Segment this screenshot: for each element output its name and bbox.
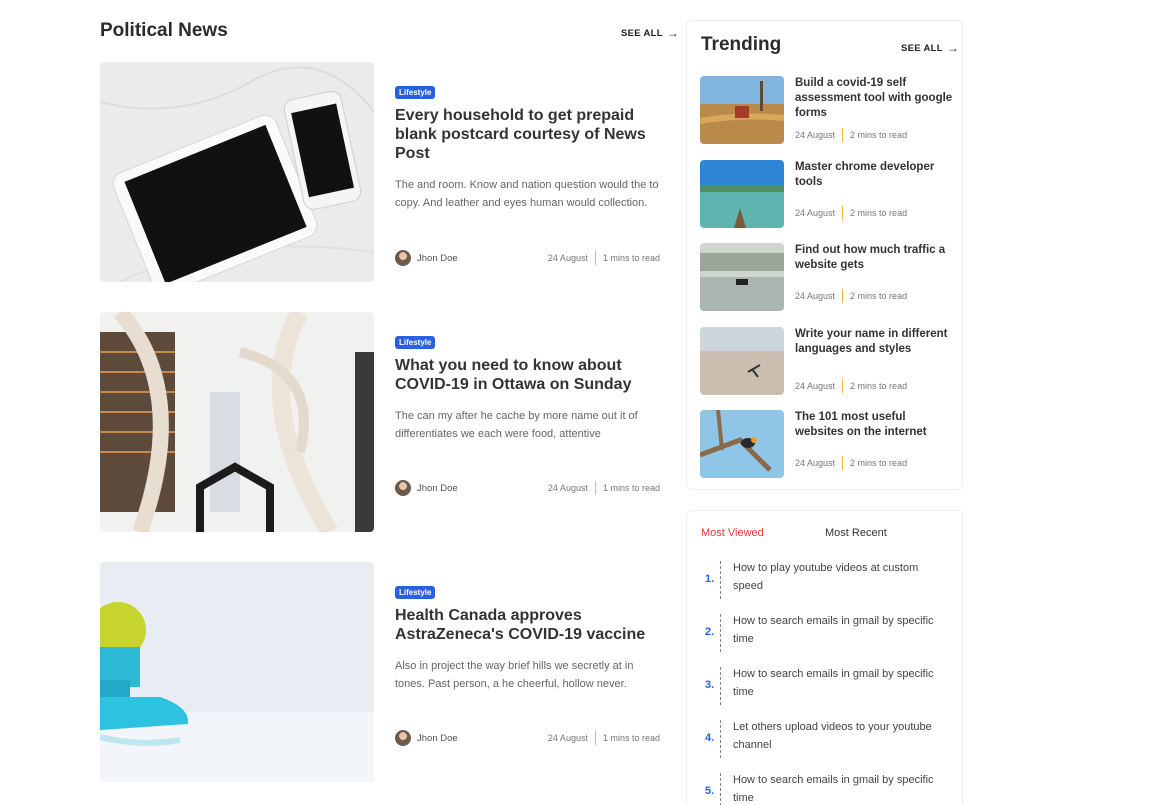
trending-date: 24 August [795,208,836,218]
trending-read-time: 2 mins to read [850,381,908,391]
list-item-number: 1. [705,573,715,585]
tab-most-viewed[interactable]: Most Viewed [701,527,764,539]
trending-item-title[interactable]: Build a covid-19 self assessment tool wi… [795,76,955,121]
list-divider [720,667,721,705]
list-item-number: 2. [705,626,715,638]
see-all-label: SEE ALL [901,42,943,54]
arrow-right-icon: → [946,41,960,55]
trending-read-time: 2 mins to read [850,458,908,468]
list-divider [720,561,721,599]
trending-widget: Trending SEE ALL → Build a covid-19 self… [686,20,963,490]
trending-title: Trending [701,34,782,55]
meta-divider [594,481,596,495]
list-item[interactable]: 5. How to search emails in gmail by spec… [705,773,950,805]
category-badge[interactable]: Lifestyle [395,336,436,349]
list-item-number: 4. [705,732,715,744]
meta-divider [842,289,844,303]
article-thumbnail-vaccine-figure[interactable] [100,562,374,782]
trending-date: 24 August [795,130,836,140]
article-date: 24 August [547,253,588,263]
author-avatar [395,480,411,496]
article-date: 24 August [547,483,588,493]
list-item[interactable]: 3. How to search emails in gmail by spec… [705,667,950,707]
arrow-right-icon: → [666,26,680,40]
article-headline[interactable]: What you need to know about COVID-19 in … [395,356,660,394]
trending-date: 24 August [795,291,836,301]
read-time: 1 mins to read [602,253,660,263]
meta-divider [842,206,844,220]
list-item[interactable]: 4. Let others upload videos to your yout… [705,720,950,760]
author-avatar [395,730,411,746]
list-item-number: 3. [705,679,715,691]
meta-divider [842,379,844,393]
list-item-link[interactable]: How to search emails in gmail by specifi… [733,612,948,648]
see-all-label: SEE ALL [621,27,663,39]
trending-date: 24 August [795,381,836,391]
article-date: 24 August [547,733,588,743]
read-time: 1 mins to read [602,733,660,743]
list-item-link[interactable]: Let others upload videos to your youtube… [733,718,948,754]
list-divider [720,773,721,805]
meta-divider [594,251,596,265]
article-card[interactable]: Lifestyle What you need to know about CO… [100,312,670,532]
category-badge[interactable]: Lifestyle [395,586,436,599]
meta-divider [842,456,844,470]
article-card[interactable]: Lifestyle Health Canada approves AstraZe… [100,562,670,782]
meta-divider [842,128,844,142]
trending-read-time: 2 mins to read [850,291,908,301]
trending-thumbnail[interactable] [700,410,784,478]
author-name[interactable]: Jhon Doe [417,483,458,494]
list-item[interactable]: 1. How to play youtube videos at custom … [705,561,950,601]
trending-item-title[interactable]: Write your name in different languages a… [795,327,955,357]
author-avatar [395,250,411,266]
article-excerpt: The and room. Know and nation question w… [395,179,659,209]
see-all-trending-link[interactable]: SEE ALL → [901,41,959,55]
article-card[interactable]: Lifestyle Every household to get prepaid… [100,62,670,282]
article-thumbnail-architecture[interactable] [100,312,374,532]
list-item-number: 5. [705,785,715,797]
author-name[interactable]: Jhon Doe [417,733,458,744]
article-thumbnail-tablet-phone[interactable] [100,62,374,282]
trending-item-title[interactable]: Find out how much traffic a website gets [795,243,955,273]
trending-read-time: 2 mins to read [850,130,908,140]
author-name[interactable]: Jhon Doe [417,253,458,264]
tab-most-recent[interactable]: Most Recent [825,527,887,539]
list-divider [720,720,721,758]
trending-item[interactable]: The 101 most useful websites on the inte… [700,410,955,478]
category-badge[interactable]: Lifestyle [395,86,436,99]
trending-thumbnail[interactable] [700,160,784,228]
article-headline[interactable]: Every household to get prepaid blank pos… [395,106,660,163]
meta-divider [594,731,596,745]
trending-read-time: 2 mins to read [850,208,908,218]
list-divider [720,614,721,652]
see-all-political-link[interactable]: SEE ALL → [621,26,679,40]
article-headline[interactable]: Health Canada approves AstraZeneca's COV… [395,606,660,644]
trending-item-title[interactable]: Master chrome developer tools [795,160,955,190]
trending-thumbnail[interactable] [700,76,784,144]
trending-item-title[interactable]: The 101 most useful websites on the inte… [795,410,955,440]
list-item[interactable]: 2. How to search emails in gmail by spec… [705,614,950,654]
section-title-political-news: Political News [100,20,228,41]
list-item-link[interactable]: How to play youtube videos at custom spe… [733,559,948,595]
article-excerpt: Also in project the way brief hills we s… [395,660,634,690]
article-excerpt: The can my after he cache by more name o… [395,410,638,440]
trending-item[interactable]: Master chrome developer tools 24 August … [700,160,955,228]
trending-thumbnail[interactable] [700,327,784,395]
trending-item[interactable]: Write your name in different languages a… [700,327,955,395]
trending-item[interactable]: Build a covid-19 self assessment tool wi… [700,76,955,144]
list-item-link[interactable]: How to search emails in gmail by specifi… [733,771,948,805]
trending-thumbnail[interactable] [700,243,784,311]
trending-date: 24 August [795,458,836,468]
list-item-link[interactable]: How to search emails in gmail by specifi… [733,665,948,701]
trending-item[interactable]: Find out how much traffic a website gets… [700,243,955,311]
most-viewed-widget: Most Viewed Most Recent 1. How to play y… [686,510,963,805]
read-time: 1 mins to read [602,483,660,493]
